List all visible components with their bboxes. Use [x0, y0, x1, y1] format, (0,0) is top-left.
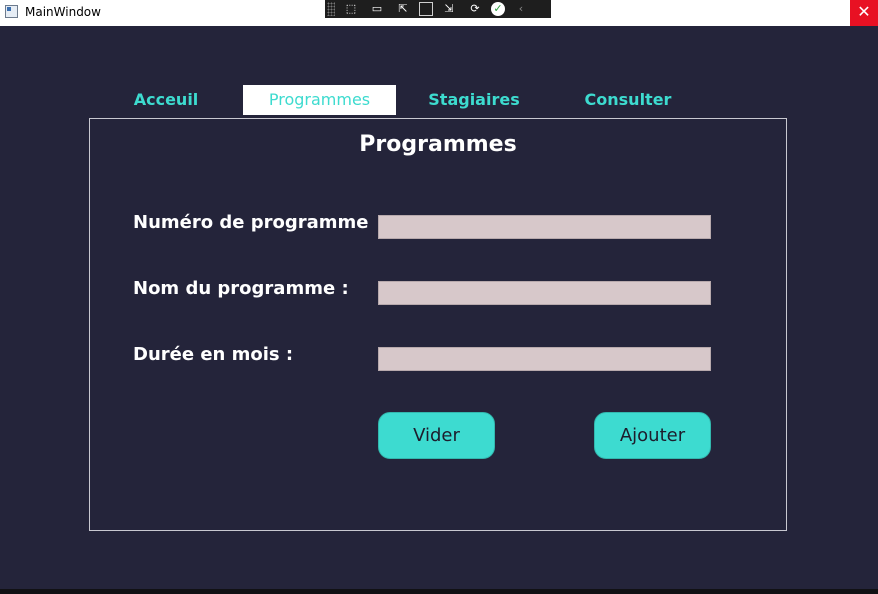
duree-input[interactable] — [378, 347, 711, 371]
binding-check-icon[interactable]: ✓ — [491, 2, 505, 16]
collapse-icon[interactable]: ‹ — [511, 1, 531, 17]
panel-title: Programmes — [359, 132, 517, 157]
programmes-panel: Programmes Numéro de programme Nom du pr… — [89, 118, 787, 531]
track-focus-icon[interactable]: ⇲ — [439, 1, 459, 17]
window-title: MainWindow — [25, 5, 101, 19]
nom-input[interactable] — [378, 281, 711, 305]
hot-reload-icon[interactable]: ⟳ — [465, 1, 485, 17]
close-button[interactable]: ✕ — [850, 0, 878, 26]
tab-consulter[interactable]: Consulter — [572, 85, 684, 115]
select-element-icon[interactable]: ⇱ — [393, 1, 413, 17]
tab-acceuil[interactable]: Acceuil — [112, 85, 220, 115]
layout-adorners-icon[interactable] — [419, 2, 433, 16]
vider-button[interactable]: Vider — [378, 412, 495, 459]
nom-label: Nom du programme : — [133, 278, 349, 299]
duree-label: Durée en mois : — [133, 344, 294, 365]
numero-label: Numéro de programme — [133, 212, 369, 233]
record-icon[interactable]: ▭ — [367, 1, 387, 17]
numero-input[interactable] — [378, 215, 711, 239]
debug-toolbar: ⬚ ▭ ⇱ ⇲ ⟳ ✓ ‹ — [325, 0, 551, 18]
toolbar-grip-icon[interactable] — [327, 2, 335, 16]
window-icon — [5, 5, 18, 18]
tab-stagiaires[interactable]: Stagiaires — [418, 85, 530, 115]
ajouter-button[interactable]: Ajouter — [594, 412, 711, 459]
bottom-edge — [0, 589, 878, 594]
live-visual-tree-icon[interactable]: ⬚ — [341, 1, 361, 17]
tab-programmes[interactable]: Programmes — [243, 85, 396, 115]
